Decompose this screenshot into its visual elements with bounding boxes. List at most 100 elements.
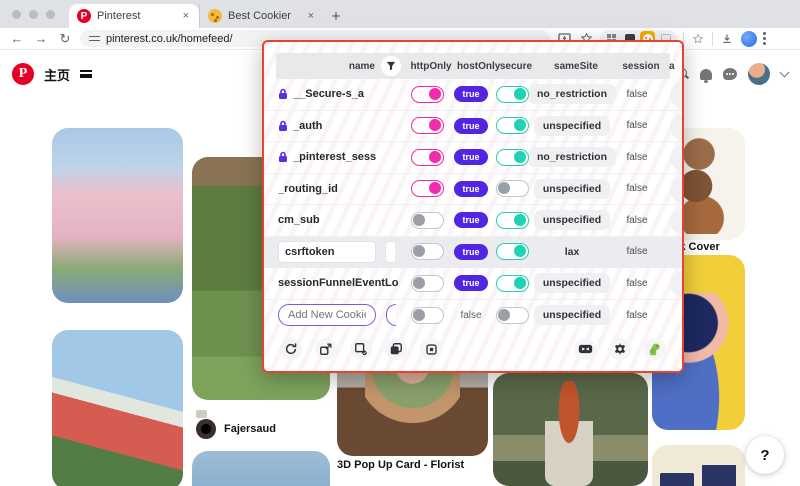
filter-icon[interactable] bbox=[381, 56, 401, 76]
pin-badge-icon bbox=[196, 410, 207, 418]
creator-avatar[interactable] bbox=[196, 419, 216, 439]
row-action-button[interactable] bbox=[670, 145, 682, 171]
column-session: session bbox=[622, 60, 660, 72]
site-settings-icon[interactable] bbox=[89, 34, 100, 43]
download-icon[interactable] bbox=[719, 31, 735, 47]
tab-title: Best Cookier bbox=[228, 10, 291, 22]
secure-toggle[interactable] bbox=[495, 117, 529, 135]
cookie-row-selected: true lax false bbox=[264, 236, 682, 268]
hostonly-value: true bbox=[454, 243, 488, 260]
cookie-name: _routing_id bbox=[278, 182, 338, 195]
row-action-button[interactable] bbox=[670, 113, 682, 140]
theater-mode-icon[interactable] bbox=[574, 338, 596, 360]
column-samesite: sameSite bbox=[554, 60, 598, 72]
cookie-row: _routing_id true unspecified false bbox=[264, 174, 682, 205]
copy-icon[interactable] bbox=[385, 338, 407, 360]
value-input-fragment bbox=[385, 240, 395, 263]
httponly-toggle[interactable] bbox=[410, 85, 444, 103]
delete-icon[interactable] bbox=[420, 338, 442, 360]
pin-ocean[interactable] bbox=[192, 451, 330, 486]
cookie-name: _auth bbox=[293, 119, 323, 132]
samesite-value[interactable]: unspecified bbox=[533, 115, 611, 136]
lock-icon bbox=[278, 120, 288, 132]
screen: P Pinterest × Best Cookier × + ← → ↻ pin… bbox=[0, 0, 800, 486]
samesite-value[interactable]: no_restriction bbox=[528, 84, 617, 105]
help-button[interactable]: ? bbox=[746, 436, 784, 474]
home-nav-label[interactable]: 主页 bbox=[44, 65, 70, 84]
pin-flower-dress[interactable] bbox=[52, 128, 183, 303]
cookie-name-input[interactable] bbox=[278, 240, 376, 263]
window-close-button[interactable] bbox=[12, 9, 21, 19]
dino-mascot-icon[interactable] bbox=[644, 338, 666, 360]
httponly-toggle[interactable] bbox=[410, 117, 444, 135]
pinterest-logo[interactable]: P bbox=[12, 63, 34, 85]
notifications-icon[interactable] bbox=[700, 68, 712, 83]
httponly-toggle[interactable] bbox=[410, 180, 444, 198]
menu-icon[interactable] bbox=[80, 70, 93, 78]
settings-gear-icon[interactable] bbox=[609, 338, 631, 360]
pin-caption-florist[interactable]: 3D Pop Up Card - Florist bbox=[337, 459, 464, 471]
messages-icon[interactable] bbox=[723, 68, 737, 80]
creator-row[interactable]: Fajersaud bbox=[196, 419, 276, 439]
chevron-down-icon[interactable] bbox=[779, 67, 790, 78]
add-cookie-input[interactable] bbox=[278, 304, 376, 327]
tab-close-icon[interactable]: × bbox=[181, 10, 191, 22]
window-zoom-button[interactable] bbox=[46, 9, 55, 19]
session-value: false bbox=[626, 309, 648, 321]
cookie-row: _pinterest_sess true no_restriction fals… bbox=[264, 142, 682, 174]
url-text: pinterest.co.uk/homefeed/ bbox=[106, 32, 233, 45]
user-avatar[interactable] bbox=[748, 63, 770, 85]
pin-two-kids[interactable] bbox=[652, 445, 745, 486]
pin-watermelon-girl[interactable] bbox=[52, 330, 183, 486]
samesite-value[interactable]: unspecified bbox=[533, 273, 611, 294]
httponly-toggle[interactable] bbox=[410, 243, 444, 261]
export-icon[interactable] bbox=[350, 338, 372, 360]
window-controls bbox=[0, 0, 69, 28]
tab-pinterest[interactable]: P Pinterest × bbox=[69, 4, 199, 28]
row-action-button[interactable] bbox=[670, 82, 682, 108]
cookie-row: _auth true unspecified false bbox=[264, 111, 682, 142]
pin-orange-person[interactable] bbox=[493, 373, 648, 486]
lock-icon bbox=[278, 88, 288, 100]
toolbar-divider bbox=[712, 31, 713, 46]
profile-avatar[interactable] bbox=[741, 30, 757, 47]
tab-close-icon[interactable]: × bbox=[306, 10, 316, 22]
cookie-name: _pinterest_sess bbox=[293, 151, 377, 164]
secure-toggle[interactable] bbox=[495, 148, 529, 166]
secure-toggle[interactable] bbox=[495, 85, 529, 103]
samesite-value[interactable]: unspecified bbox=[533, 210, 611, 231]
session-value: false bbox=[626, 246, 648, 258]
column-extra: a bbox=[669, 60, 675, 72]
row-action-button[interactable] bbox=[670, 208, 682, 234]
httponly-toggle[interactable] bbox=[410, 306, 444, 324]
samesite-value[interactable]: lax bbox=[563, 242, 582, 262]
browser-menu-icon[interactable] bbox=[763, 32, 766, 45]
lock-icon bbox=[278, 151, 288, 163]
httponly-toggle[interactable] bbox=[410, 211, 444, 229]
side-panel-star-icon[interactable] bbox=[690, 31, 706, 47]
samesite-value[interactable]: unspecified bbox=[533, 178, 611, 199]
back-icon[interactable]: ← bbox=[8, 31, 26, 46]
row-action-button[interactable] bbox=[670, 271, 682, 297]
samesite-value[interactable]: no_restriction bbox=[528, 147, 617, 168]
hostonly-value: true bbox=[454, 180, 488, 197]
hostonly-value: true bbox=[454, 149, 488, 166]
tab-best-cookier[interactable]: Best Cookier × bbox=[199, 4, 324, 28]
secure-toggle[interactable] bbox=[495, 180, 529, 198]
secure-toggle[interactable] bbox=[495, 274, 529, 292]
column-httponly: httpOnly bbox=[410, 60, 452, 72]
window-minimize-button[interactable] bbox=[29, 9, 38, 19]
popup-toolbar bbox=[264, 331, 682, 360]
import-icon[interactable] bbox=[315, 338, 337, 360]
reload-icon[interactable]: ↻ bbox=[56, 31, 74, 47]
new-tab-button[interactable]: + bbox=[324, 4, 348, 28]
secure-toggle[interactable] bbox=[495, 243, 529, 261]
forward-icon[interactable]: → bbox=[32, 31, 50, 46]
httponly-toggle[interactable] bbox=[410, 274, 444, 292]
refresh-icon[interactable] bbox=[280, 338, 302, 360]
httponly-toggle[interactable] bbox=[410, 148, 444, 166]
secure-toggle[interactable] bbox=[495, 211, 529, 229]
samesite-value[interactable]: unspecified bbox=[533, 305, 611, 326]
row-action-button[interactable] bbox=[670, 176, 682, 203]
secure-toggle[interactable] bbox=[495, 306, 529, 324]
